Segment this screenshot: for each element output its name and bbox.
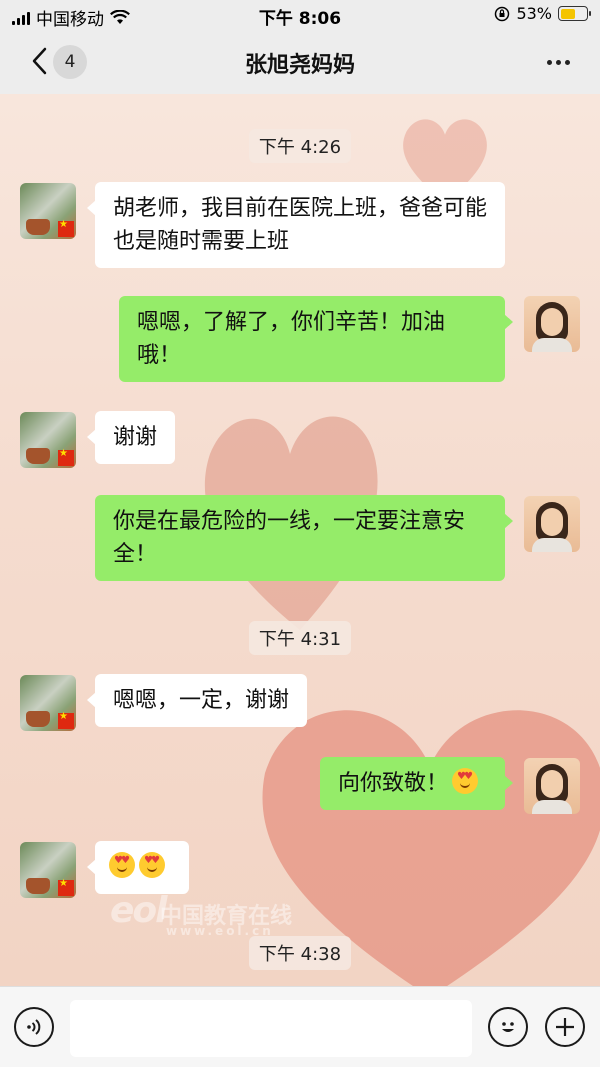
timestamp: 下午 4:26 (0, 129, 600, 163)
contact-avatar[interactable] (20, 183, 76, 239)
heart-eyes-emoji (452, 768, 479, 794)
message-text: 向你致敬！ (338, 771, 449, 796)
outgoing-message[interactable]: 嗯嗯，了解了，你们辛苦！加油哦！ (119, 296, 513, 382)
emoji-button[interactable] (488, 1007, 528, 1047)
my-avatar[interactable] (524, 296, 580, 352)
watermark: eol 中国教育在线 www.eol.cn (110, 890, 292, 938)
back-button[interactable] (22, 44, 56, 78)
rotation-lock-icon (495, 6, 510, 21)
contact-avatar[interactable] (20, 675, 76, 731)
contact-avatar[interactable] (20, 412, 76, 468)
status-bar: 中国移动 下午 8:06 53% (0, 0, 600, 30)
unread-count-badge[interactable]: 4 (53, 45, 87, 79)
watermark-logo: eol (110, 890, 167, 931)
incoming-message[interactable]: 胡老师，我目前在医院上班，爸爸可能也是随时需要上班 (87, 182, 505, 268)
battery-icon (558, 6, 591, 21)
my-avatar[interactable] (524, 496, 580, 552)
timestamp: 下午 4:38 (0, 936, 600, 970)
message-input-bar (0, 986, 600, 1067)
chat-header: 4 张旭尧妈妈 (0, 30, 600, 94)
voice-button[interactable] (14, 1007, 54, 1047)
chat-message-list[interactable]: 下午 4:26 胡老师，我目前在医院上班，爸爸可能也是随时需要上班 嗯嗯，了解了… (0, 94, 600, 986)
more-dots-icon (547, 60, 552, 65)
incoming-message[interactable]: 嗯嗯，一定，谢谢 (86, 674, 308, 727)
timestamp: 下午 4:31 (0, 621, 600, 655)
message-input[interactable] (70, 1000, 472, 1057)
emoji-icon (502, 1022, 514, 1032)
incoming-message[interactable]: 谢谢 (86, 411, 176, 464)
heart-eyes-emoji (109, 852, 135, 878)
chevron-left-icon (32, 47, 47, 75)
outgoing-message[interactable]: 向你致敬！ (320, 757, 513, 810)
voice-icon (27, 1019, 41, 1035)
more-functions-button[interactable] (545, 1007, 585, 1047)
plus-icon (556, 1018, 574, 1036)
heart-eyes-emoji (139, 852, 165, 878)
battery-percent: 53% (516, 4, 552, 23)
my-avatar[interactable] (524, 758, 580, 814)
outgoing-message[interactable]: 你是在最危险的一线，一定要注意安全！ (95, 495, 513, 581)
more-button[interactable] (547, 60, 570, 65)
chat-title: 张旭尧妈妈 (244, 53, 355, 78)
incoming-emoji-message[interactable] (87, 841, 189, 894)
contact-avatar[interactable] (20, 842, 76, 898)
